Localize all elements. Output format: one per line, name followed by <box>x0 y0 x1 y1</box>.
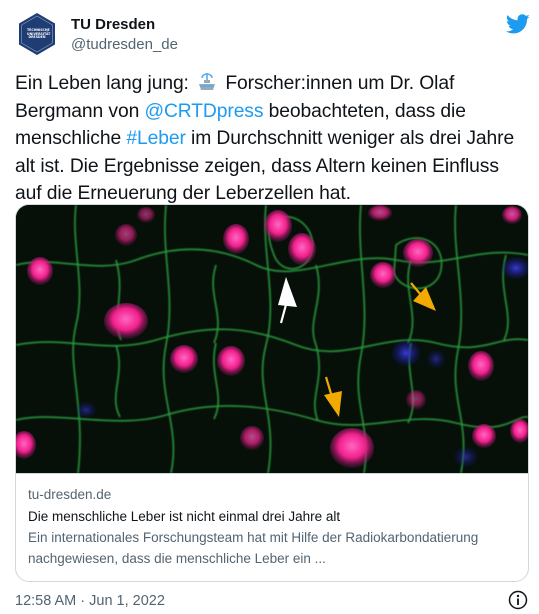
tweet-text: Ein Leben lang jung: Forscher:innen um D… <box>15 70 527 208</box>
mention-link[interactable]: @CRTDpress <box>144 101 263 122</box>
cell-nucleus <box>137 207 155 223</box>
cell-nucleus <box>217 346 245 376</box>
info-icon[interactable] <box>507 589 529 611</box>
cell-nucleus <box>330 428 374 468</box>
cell-nucleus <box>264 210 292 242</box>
cell-nucleus <box>223 224 249 254</box>
hashtag-link[interactable]: #Leber <box>126 128 186 149</box>
card-image[interactable] <box>16 205 528 473</box>
fountain-emoji-icon <box>199 73 216 90</box>
avatar[interactable]: TECHNISCHE UNIVERSITÄT DRESDEN <box>15 12 59 56</box>
card-title: Die menschliche Leber ist nicht einmal d… <box>28 509 341 524</box>
cell-nucleus <box>368 205 392 221</box>
cell-nucleus <box>472 424 496 448</box>
tweet-timestamp[interactable]: 12:58 AM · Jun 1, 2022 <box>15 592 165 610</box>
cell-nucleus <box>240 426 264 450</box>
blue-nucleus <box>454 447 478 467</box>
tweet-text-part: Ein Leben lang jung: <box>15 73 195 94</box>
blue-nucleus <box>427 350 445 368</box>
tweet-header: TECHNISCHE UNIVERSITÄT DRESDEN TU Dresde… <box>15 12 530 56</box>
cell-nucleus <box>115 224 137 246</box>
card-domain: tu-dresden.de <box>28 487 112 502</box>
card-description: Ein internationales Forschungsteam hat m… <box>28 530 479 566</box>
cell-nucleus <box>170 345 198 373</box>
liver-cells-microscopy-image <box>16 205 528 473</box>
cell-nucleus <box>104 303 148 339</box>
author-name[interactable]: TU Dresden <box>71 16 155 34</box>
avatar-seal-text: TECHNISCHE UNIVERSITÄT DRESDEN <box>27 28 51 40</box>
card-meta[interactable]: tu-dresden.de Die menschliche Leber ist … <box>16 473 528 581</box>
cell-nucleus <box>370 262 396 288</box>
link-card[interactable]: tu-dresden.de Die menschliche Leber ist … <box>15 204 529 582</box>
blue-nucleus <box>76 402 96 418</box>
cell-nucleus <box>468 351 494 381</box>
cell-nucleus <box>27 257 53 285</box>
cell-nucleus <box>403 239 433 267</box>
twitter-bird-icon[interactable] <box>506 12 530 36</box>
author-handle[interactable]: @tudresden_de <box>71 36 178 54</box>
blue-nucleus <box>392 340 420 366</box>
cell-nucleus <box>406 390 426 410</box>
cell-nucleus <box>502 206 522 224</box>
cell-nucleus <box>288 233 316 265</box>
